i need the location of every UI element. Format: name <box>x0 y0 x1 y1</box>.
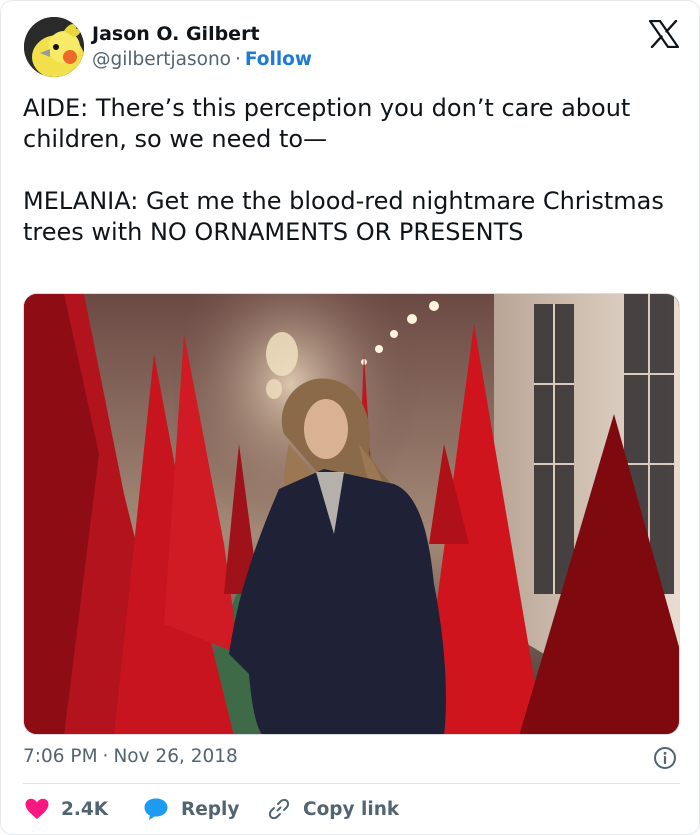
reply-label: Reply <box>181 798 240 820</box>
divider <box>23 783 680 784</box>
handle-separator: · <box>235 49 241 70</box>
author-handle[interactable]: @gilbertjasono <box>92 49 231 70</box>
link-icon <box>268 798 290 820</box>
tweet-card: Jason O. Gilbert @gilbertjasono · Follow A… <box>0 0 700 835</box>
copy-link-label: Copy link <box>303 798 400 820</box>
like-count: 2.4K <box>61 798 109 820</box>
follow-button[interactable]: Follow <box>245 49 312 70</box>
author-handle-line: @gilbertjasono · Follow <box>92 49 312 70</box>
tweet-date: Nov 26, 2018 <box>113 746 238 767</box>
timestamp-separator: · <box>102 746 109 767</box>
photo-red-christmas-trees-hallway-icon <box>24 294 679 734</box>
tweet-time: 7:06 PM <box>23 746 98 767</box>
reply-bubble-icon <box>144 798 168 820</box>
tweet-timestamp[interactable]: 7:06 PM · Nov 26, 2018 <box>23 746 238 767</box>
tweet-photo[interactable] <box>23 293 680 735</box>
reply-button[interactable]: Reply <box>143 796 239 822</box>
tweet-text: AIDE: There’s this perception you don’t … <box>23 94 664 246</box>
like-button[interactable]: 2.4K <box>25 796 108 822</box>
info-icon[interactable] <box>653 746 677 770</box>
author-avatar[interactable] <box>24 17 84 77</box>
author-name[interactable]: Jason O. Gilbert <box>92 23 260 45</box>
x-logo-icon[interactable] <box>649 20 679 48</box>
copy-link-button[interactable]: Copy link <box>267 796 399 822</box>
heart-icon <box>25 798 49 819</box>
cockatiel-avatar-icon <box>24 17 84 77</box>
